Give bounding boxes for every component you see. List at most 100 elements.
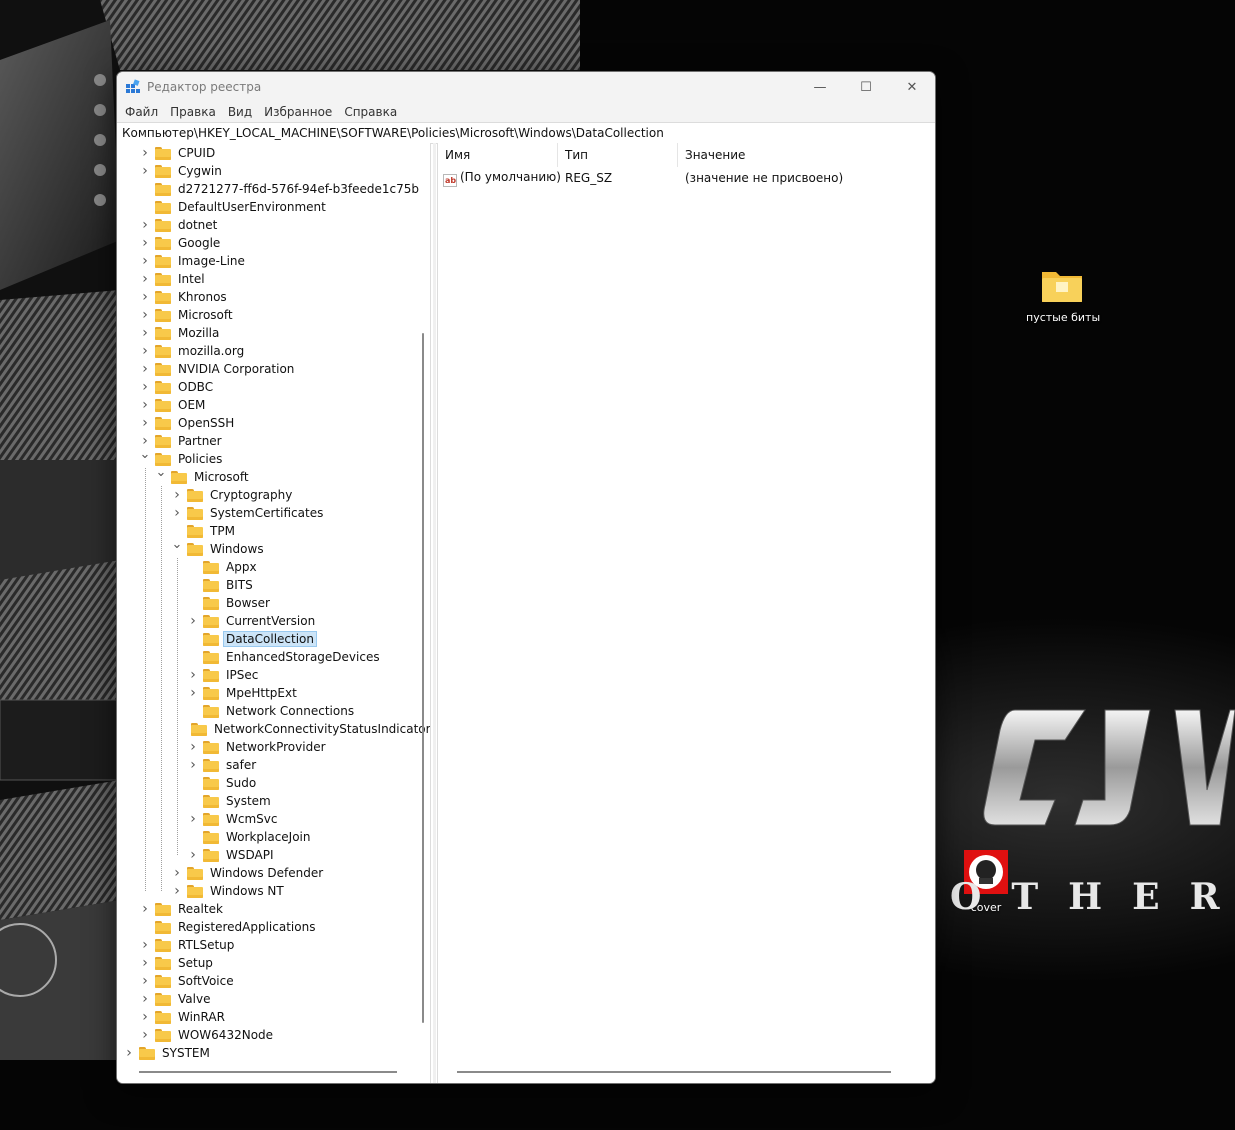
minimize-button[interactable]: — (797, 72, 843, 102)
tree-node[interactable]: › OEM (117, 396, 422, 414)
collapsed-chevron-icon[interactable]: › (187, 612, 199, 630)
tree-node[interactable]: › SoftVoice (117, 972, 422, 990)
tree-node-label: Image-Line (178, 254, 245, 268)
tree-node[interactable]: › CPUID (117, 144, 422, 162)
tree-node[interactable]: › SYSTEM (117, 1044, 422, 1062)
tree-node[interactable]: › WOW6432Node (117, 1026, 422, 1044)
folder-icon (203, 686, 219, 700)
tree-node-label: Microsoft (194, 470, 249, 484)
collapsed-chevron-icon[interactable]: › (139, 162, 151, 180)
key-tree: › CPUID › Cygwin d2721277-ff6d-576f-94ef-b3f… (117, 144, 430, 1062)
menu-view[interactable]: Вид (222, 102, 258, 122)
collapsed-chevron-icon[interactable]: › (139, 234, 151, 252)
tree-node[interactable]: › Realtek (117, 900, 422, 918)
collapsed-chevron-icon[interactable]: › (139, 414, 151, 432)
tree-node[interactable]: › Valve (117, 990, 422, 1008)
expanded-chevron-icon[interactable]: ⌄ (155, 466, 167, 486)
tree-node[interactable]: › Image-Line (117, 252, 422, 270)
menu-file[interactable]: Файл (119, 102, 164, 122)
pane-splitter[interactable] (433, 143, 436, 1083)
folder-icon (155, 938, 171, 952)
tree-node[interactable]: › dotnet (117, 216, 422, 234)
collapsed-chevron-icon[interactable]: › (123, 1044, 135, 1062)
value-type: REG_SZ (565, 171, 613, 185)
folder-icon (203, 596, 219, 610)
column-header-name[interactable]: Имя (438, 143, 558, 167)
tree-horizontal-scrollbar[interactable] (139, 1071, 397, 1073)
tree-node[interactable]: › Cygwin (117, 162, 422, 180)
collapsed-chevron-icon[interactable]: › (139, 216, 151, 234)
value-row[interactable]: ab (По умолчанию) REG_SZ (значение не при… (438, 168, 935, 188)
tree-node-label: SYSTEM (162, 1046, 210, 1060)
tree-node[interactable]: › OpenSSH (117, 414, 422, 432)
collapsed-chevron-icon[interactable]: › (139, 396, 151, 414)
collapsed-chevron-icon[interactable]: › (139, 900, 151, 918)
folder-icon (187, 866, 203, 880)
collapsed-chevron-icon[interactable]: › (187, 756, 199, 774)
collapsed-chevron-icon[interactable]: › (139, 1026, 151, 1044)
tree-node[interactable]: › Google (117, 234, 422, 252)
collapsed-chevron-icon[interactable]: › (139, 288, 151, 306)
collapsed-chevron-icon[interactable]: › (139, 144, 151, 162)
wallpaper-logo-art (983, 709, 1235, 826)
collapsed-chevron-icon[interactable]: › (171, 504, 183, 522)
list-horizontal-scrollbar[interactable] (457, 1071, 891, 1073)
tree-node[interactable]: › mozilla.org (117, 342, 422, 360)
tree-node[interactable]: ⌄ Microsoft (117, 466, 422, 486)
collapsed-chevron-icon[interactable]: › (187, 846, 199, 864)
collapsed-chevron-icon[interactable]: › (139, 954, 151, 972)
collapsed-chevron-icon[interactable]: › (139, 324, 151, 342)
collapsed-chevron-icon[interactable]: › (171, 882, 183, 900)
close-button[interactable]: ✕ (889, 72, 935, 102)
menu-help[interactable]: Справка (338, 102, 403, 122)
collapsed-chevron-icon[interactable]: › (139, 270, 151, 288)
tree-node[interactable]: › Khronos (117, 288, 422, 306)
tree-node[interactable]: › Partner (117, 432, 422, 450)
collapsed-chevron-icon[interactable]: › (139, 342, 151, 360)
title-bar[interactable]: Редактор реестра — ☐ ✕ (117, 72, 935, 102)
collapsed-chevron-icon[interactable]: › (187, 810, 199, 828)
tree-node-label: Sudo (226, 776, 257, 790)
tree-node-label: OpenSSH (178, 416, 235, 430)
column-header-value[interactable]: Значение (678, 143, 878, 167)
values-list-pane[interactable]: Имя Тип Значение ab (По умолчанию) REG_SZ… (437, 143, 935, 1083)
tree-node[interactable]: RegisteredApplications (117, 918, 422, 936)
collapsed-chevron-icon[interactable]: › (139, 936, 151, 954)
collapsed-chevron-icon[interactable]: › (171, 864, 183, 882)
tree-node[interactable]: › RTLSetup (117, 936, 422, 954)
collapsed-chevron-icon[interactable]: › (139, 378, 151, 396)
tree-node[interactable]: › Intel (117, 270, 422, 288)
tree-node[interactable]: › ODBC (117, 378, 422, 396)
tree-node-label: NVIDIA Corporation (178, 362, 295, 376)
folder-icon (155, 326, 171, 340)
collapsed-chevron-icon[interactable]: › (171, 486, 183, 504)
tree-node[interactable]: › Microsoft (117, 306, 422, 324)
tree-vertical-scrollbar[interactable] (422, 333, 424, 1023)
desktop-folder-icon[interactable]: пустые биты (1026, 266, 1100, 324)
expanded-chevron-icon[interactable]: ⌄ (139, 448, 151, 468)
tree-node-label: mozilla.org (178, 344, 245, 358)
collapsed-chevron-icon[interactable]: › (139, 360, 151, 378)
address-bar[interactable]: Компьютер\HKEY_LOCAL_MACHINE\SOFTWARE\Po… (117, 122, 935, 144)
tree-node[interactable]: d2721277-ff6d-576f-94ef-b3feede1c75b (117, 180, 422, 198)
collapsed-chevron-icon[interactable]: › (139, 990, 151, 1008)
tree-node[interactable]: DefaultUserEnvironment (117, 198, 422, 216)
column-header-type[interactable]: Тип (558, 143, 678, 167)
collapsed-chevron-icon[interactable]: › (187, 666, 199, 684)
collapsed-chevron-icon[interactable]: › (139, 1008, 151, 1026)
tree-node[interactable]: › Setup (117, 954, 422, 972)
expanded-chevron-icon[interactable]: ⌄ (171, 538, 183, 558)
collapsed-chevron-icon[interactable]: › (187, 684, 199, 702)
menu-favorites[interactable]: Избранное (258, 102, 338, 122)
tree-node[interactable]: › WinRAR (117, 1008, 422, 1026)
tree-node[interactable]: › Mozilla (117, 324, 422, 342)
menu-edit[interactable]: Правка (164, 102, 222, 122)
tree-node-label: CPUID (178, 146, 216, 160)
key-tree-pane[interactable]: › CPUID › Cygwin d2721277-ff6d-576f-94ef-b3f… (117, 143, 431, 1083)
collapsed-chevron-icon[interactable]: › (139, 972, 151, 990)
collapsed-chevron-icon[interactable]: › (139, 306, 151, 324)
collapsed-chevron-icon[interactable]: › (187, 738, 199, 756)
tree-node[interactable]: › NVIDIA Corporation (117, 360, 422, 378)
collapsed-chevron-icon[interactable]: › (139, 252, 151, 270)
maximize-button[interactable]: ☐ (843, 72, 889, 102)
